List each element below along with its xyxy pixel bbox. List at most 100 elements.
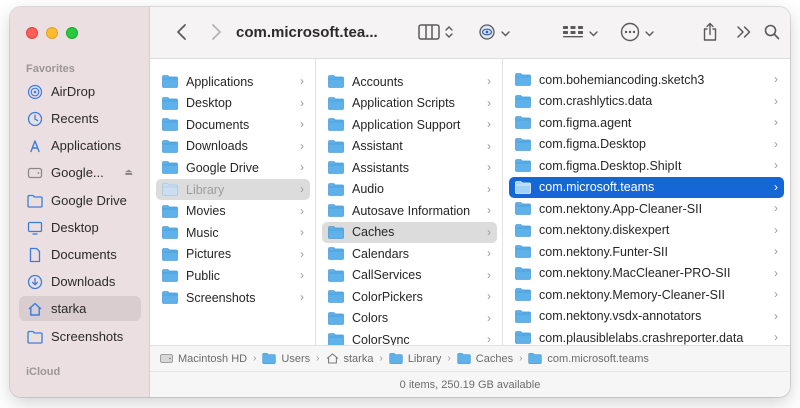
list-item[interactable]: Assistants › [322,157,497,178]
path-bar: Macintosh HD › Users › starka › Library › Caches… [150,345,790,371]
share-button[interactable] [702,21,718,45]
minimize-button[interactable] [46,27,58,39]
breadcrumb-item[interactable]: Users [262,353,310,365]
list-item[interactable]: Screenshots › [156,287,310,308]
sidebar-item-google-volume[interactable]: Google... ⏏ [19,160,141,185]
list-item[interactable]: ColorPickers › [322,286,497,307]
quick-look-button[interactable] [478,21,510,45]
list-item[interactable]: Calendars › [322,243,497,264]
folder-icon [162,183,186,196]
list-item[interactable]: Public › [156,265,310,286]
list-item[interactable]: com.microsoft.teams › [509,176,784,198]
sidebar-item-google-drive[interactable]: Google Drive [19,188,141,213]
list-item-label: com.plausiblelabs.crashreporter.data [539,330,744,345]
search-button[interactable] [764,21,780,45]
forward-button[interactable] [210,21,222,45]
list-item-label: Application Support [352,117,461,132]
sidebar-item-screenshots[interactable]: Screenshots [19,324,141,349]
list-item[interactable]: com.figma.Desktop › [509,134,784,155]
sidebar: Favorites AirDrop Recents Applications G… [10,7,150,397]
list-item[interactable]: Pictures › [156,244,310,265]
folder-icon [162,161,186,175]
list-item-label: Documents [186,117,250,132]
list-item[interactable]: com.nektony.MacCleaner-PRO-SII › [509,263,784,284]
list-item[interactable]: Application Scripts › [322,93,497,114]
chevron-right-icon: › [300,268,304,283]
list-item-label: com.nektony.MacCleaner-PRO-SII [539,266,731,280]
breadcrumb-item[interactable]: starka [326,353,373,365]
chevron-right-icon: › [447,353,451,364]
list-item[interactable]: com.nektony.diskexpert › [509,220,784,241]
list-item[interactable]: Application Support › [322,114,497,135]
sidebar-item-label: AirDrop [51,84,96,99]
list-item[interactable]: Documents › [156,114,310,135]
sidebar-item-recents[interactable]: Recents [19,106,141,131]
list-item-label: Audio [352,182,384,196]
list-item[interactable]: com.nektony.vsdx-annotators › [509,306,784,327]
sidebar-item-downloads[interactable]: Downloads [19,269,141,294]
list-item[interactable]: Accounts › [322,71,497,92]
drive-icon [27,165,43,181]
applications-icon [27,138,43,154]
list-item[interactable]: Movies › [156,201,310,222]
view-mode-button[interactable] [418,21,453,45]
folder-icon [515,202,539,215]
back-button[interactable] [176,21,188,45]
list-item[interactable]: com.bohemiancoding.sketch3 › [509,69,784,90]
list-item-label: Downloads [186,139,248,154]
list-item-label: Screenshots [186,290,256,305]
group-button[interactable] [562,21,598,45]
sidebar-item-applications[interactable]: Applications [19,133,141,158]
list-item[interactable]: Audio › [322,179,497,200]
list-item[interactable]: Autosave Information › [322,200,497,221]
breadcrumb-item[interactable]: Library [389,353,441,365]
breadcrumb-item[interactable]: com.microsoft.teams [528,353,649,365]
list-item[interactable]: Library › [156,179,310,200]
list-item-label: Application Scripts [352,96,455,110]
list-item[interactable]: Downloads › [156,136,310,157]
folder-icon [162,96,186,110]
list-item[interactable]: Colors › [322,308,497,329]
folder-icon [328,225,352,239]
list-item[interactable]: com.nektony.App-Cleaner-SII › [509,198,784,219]
list-item[interactable]: Caches › [322,221,497,243]
breadcrumb-item[interactable]: Macintosh HD [160,353,247,365]
close-button[interactable] [26,27,38,39]
list-item[interactable]: com.nektony.Memory-Cleaner-SII › [509,284,784,305]
list-item[interactable]: com.figma.agent › [509,112,784,133]
sidebar-item-label: Google... [51,165,104,180]
chevron-right-icon: › [774,136,778,151]
list-item[interactable]: com.nektony.Funter-SII › [509,241,784,262]
chevron-right-icon [210,23,222,44]
list-item[interactable]: Google Drive › [156,157,310,178]
action-menu-button[interactable] [620,21,654,45]
list-item[interactable]: Music › [156,222,310,243]
list-item[interactable]: com.crashlytics.data › [509,91,784,112]
list-item[interactable]: com.plausiblelabs.crashreporter.data › [509,327,784,345]
sidebar-item-label: starka [51,301,87,316]
folder-icon [328,75,352,88]
chevron-right-icon: › [487,74,491,88]
list-item[interactable]: com.figma.Desktop.ShipIt › [509,155,784,176]
desktop-icon [27,220,43,236]
sidebar-item-airdrop[interactable]: AirDrop [19,79,141,104]
eject-icon[interactable]: ⏏ [124,167,133,178]
chevron-right-icon: › [300,203,304,218]
more-toolbar-button[interactable] [736,21,752,45]
sidebar-item-documents[interactable]: Documents [19,242,141,267]
list-item[interactable]: CallServices › [322,265,497,286]
breadcrumb-item[interactable]: Caches [457,353,513,365]
chevron-down-icon [501,26,510,40]
list-item-label: Accounts [352,74,404,89]
zoom-button[interactable] [66,27,78,39]
folder-icon [515,266,539,280]
list-item[interactable]: Assistant › [322,136,497,157]
sidebar-item-home[interactable]: starka [19,296,141,321]
folder-icon [515,309,539,323]
list-item[interactable]: Desktop › [156,93,310,114]
sidebar-item-desktop[interactable]: Desktop [19,215,141,240]
list-item[interactable]: Applications › [156,71,310,92]
chevron-right-icon: › [487,181,491,196]
folder-icon [515,223,539,237]
list-item[interactable]: ColorSync › [322,329,497,345]
